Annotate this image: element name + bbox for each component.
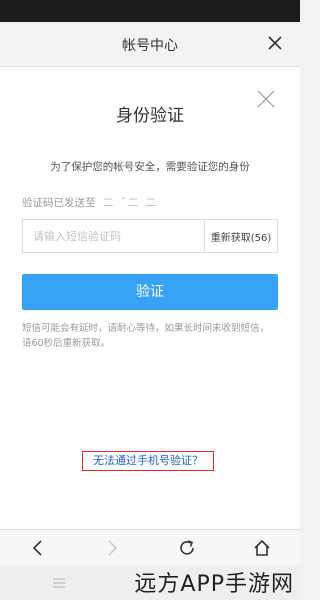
back-icon[interactable] <box>28 538 48 558</box>
sms-delay-note: 短信可能会有延时，请耐心等待，如果长时间未收到短信，请60秒后重新获取。 <box>22 323 270 349</box>
verification-dialog: 身份验证 为了保护您的帐号安全，需要验证您的身份 验证码已发送至 二 ˜二 二 … <box>0 67 300 529</box>
close-icon[interactable] <box>266 34 284 52</box>
menu-icon[interactable] <box>52 576 66 590</box>
page-title: 帐号中心 <box>122 38 178 54</box>
watermark: 远方APP手游网 <box>134 572 294 597</box>
forward-icon[interactable] <box>102 538 122 558</box>
browser-nav-bar <box>0 529 300 566</box>
header-bar: 帐号中心 <box>0 22 300 67</box>
sms-code-field: 重新获取(56) <box>22 219 278 253</box>
dialog-description: 为了保护您的帐号安全，需要验证您的身份 <box>50 161 250 173</box>
sent-to-line: 验证码已发送至 二 ˜二 二 <box>22 195 158 210</box>
resend-code-button[interactable]: 重新获取(56) <box>204 220 277 252</box>
verify-button[interactable]: 验证 <box>22 274 278 310</box>
status-bar <box>0 0 300 22</box>
home-icon[interactable] <box>252 538 272 558</box>
dialog-title: 身份验证 <box>116 106 184 126</box>
masked-phone-number: 二 ˜二 二 <box>102 197 159 209</box>
sms-code-input[interactable] <box>23 220 223 252</box>
cannot-verify-by-phone-link[interactable]: 无法通过手机号验证？ <box>82 451 214 471</box>
dialog-close-icon[interactable] <box>256 89 276 109</box>
sent-to-label: 验证码已发送至 <box>22 197 96 209</box>
refresh-icon[interactable] <box>177 538 197 558</box>
